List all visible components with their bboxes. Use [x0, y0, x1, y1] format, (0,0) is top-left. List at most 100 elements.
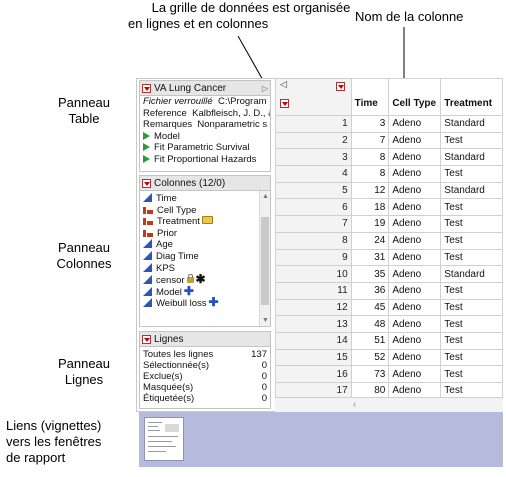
columns-panel-header[interactable]: Colonnes (12/0): [140, 176, 270, 191]
row-number[interactable]: 11: [275, 281, 352, 300]
table-row[interactable]: 8 24 Adeno Test: [275, 231, 503, 250]
column-item-prior[interactable]: Prior: [140, 228, 270, 240]
cell-time[interactable]: 73: [350, 365, 390, 383]
cell-cell-type[interactable]: Adeno: [388, 315, 442, 333]
cell-time[interactable]: 12: [350, 181, 390, 200]
row-number[interactable]: 6: [275, 198, 352, 217]
cell-time[interactable]: 8: [350, 165, 390, 183]
table-row[interactable]: 7 19 Adeno Test: [275, 215, 503, 233]
column-item-censor[interactable]: censor ✱: [140, 274, 270, 286]
cell-cell-type[interactable]: Adeno: [388, 265, 442, 283]
table-row[interactable]: 1 3 Adeno Standard: [275, 115, 503, 133]
cell-time[interactable]: 19: [350, 215, 390, 233]
corner-cell[interactable]: ◁: [275, 78, 352, 116]
cell-treatment[interactable]: Standard: [440, 265, 503, 283]
cell-cell-type[interactable]: Adeno: [388, 298, 442, 317]
column-header-cell-type[interactable]: Cell Type: [388, 78, 442, 116]
cell-time[interactable]: 24: [350, 231, 390, 250]
rows-red-triangle-icon[interactable]: [280, 99, 289, 108]
reference-row[interactable]: Reference Kalbfleisch, J. D., &: [140, 108, 270, 120]
table-panel-header[interactable]: VA Lung Cancer ▷: [140, 81, 270, 96]
row-number[interactable]: 5: [275, 181, 352, 200]
row-number[interactable]: 15: [275, 348, 352, 367]
row-number[interactable]: 10: [275, 265, 352, 283]
cell-time[interactable]: 31: [350, 248, 390, 267]
column-item-cell-type[interactable]: Cell Type: [140, 205, 270, 217]
scroll-left-icon[interactable]: ‹: [353, 399, 356, 409]
scroll-up-icon[interactable]: ▲: [262, 193, 269, 200]
cell-treatment[interactable]: Standard: [440, 148, 503, 167]
row-number[interactable]: 8: [275, 231, 352, 250]
notes-row[interactable]: Remarques Nonparametric s: [140, 119, 270, 131]
cell-treatment[interactable]: Test: [440, 248, 503, 267]
cell-treatment[interactable]: Test: [440, 365, 503, 383]
script-fit-parametric-survival[interactable]: Fit Parametric Survival: [140, 142, 270, 154]
cell-treatment[interactable]: Test: [440, 131, 503, 150]
row-number[interactable]: 12: [275, 298, 352, 317]
column-item-weibull-loss[interactable]: Weibull loss ✚: [140, 297, 270, 309]
table-row[interactable]: 9 31 Adeno Test: [275, 248, 503, 267]
cell-time[interactable]: 45: [350, 298, 390, 317]
cell-cell-type[interactable]: Adeno: [388, 281, 442, 300]
table-row[interactable]: 16 73 Adeno Test: [275, 365, 503, 383]
cell-cell-type[interactable]: Adeno: [388, 248, 442, 267]
table-row[interactable]: 6 18 Adeno Test: [275, 198, 503, 217]
cell-treatment[interactable]: Test: [440, 315, 503, 333]
column-item-diag-time[interactable]: Diag Time: [140, 250, 270, 263]
table-row[interactable]: 10 35 Adeno Standard: [275, 265, 503, 283]
column-item-time[interactable]: Time: [140, 193, 270, 205]
columns-scrollbar[interactable]: ▲ ▼: [259, 191, 270, 326]
column-item-treatment[interactable]: Treatment: [140, 216, 270, 228]
cell-treatment[interactable]: Test: [440, 231, 503, 250]
column-item-kps[interactable]: KPS: [140, 262, 270, 275]
row-number[interactable]: 13: [275, 315, 352, 333]
table-row[interactable]: 14 51 Adeno Test: [275, 331, 503, 350]
column-header-treatment[interactable]: Treatment: [440, 78, 503, 116]
row-number[interactable]: 7: [275, 215, 352, 233]
table-row[interactable]: 2 7 Adeno Test: [275, 131, 503, 150]
table-row[interactable]: 4 8 Adeno Test: [275, 165, 503, 183]
cell-cell-type[interactable]: Adeno: [388, 165, 442, 183]
column-header-time[interactable]: Time: [350, 78, 390, 116]
table-row[interactable]: 3 8 Adeno Standard: [275, 148, 503, 167]
cell-time[interactable]: 18: [350, 198, 390, 217]
table-row[interactable]: 15 52 Adeno Test: [275, 348, 503, 367]
column-item-model[interactable]: Model ✚: [140, 286, 270, 297]
columns-red-triangle-icon[interactable]: [336, 82, 345, 91]
cell-treatment[interactable]: Test: [440, 198, 503, 217]
column-item-age[interactable]: Age: [140, 239, 270, 251]
row-number[interactable]: 4: [275, 165, 352, 183]
cell-time[interactable]: 3: [350, 115, 390, 133]
cell-cell-type[interactable]: Adeno: [388, 198, 442, 217]
table-row[interactable]: 12 45 Adeno Test: [275, 298, 503, 317]
cell-time[interactable]: 51: [350, 331, 390, 350]
cell-cell-type[interactable]: Adeno: [388, 348, 442, 367]
cell-treatment[interactable]: Test: [440, 281, 503, 300]
red-triangle-menu-icon[interactable]: [142, 83, 151, 93]
script-model[interactable]: Model: [140, 131, 270, 143]
cell-time[interactable]: 7: [350, 131, 390, 150]
cell-cell-type[interactable]: Adeno: [388, 115, 442, 133]
cell-treatment[interactable]: Test: [440, 298, 503, 317]
grid-horizontal-scrollbar[interactable]: ‹: [275, 397, 503, 412]
table-row[interactable]: 13 48 Adeno Test: [275, 315, 503, 333]
table-row[interactable]: 5 12 Adeno Standard: [275, 181, 503, 200]
cell-time[interactable]: 36: [350, 281, 390, 300]
row-number[interactable]: 16: [275, 365, 352, 383]
scroll-down-icon[interactable]: ▼: [262, 317, 269, 324]
row-number[interactable]: 14: [275, 331, 352, 350]
cell-time[interactable]: 8: [350, 148, 390, 167]
row-number[interactable]: 9: [275, 248, 352, 267]
cell-cell-type[interactable]: Adeno: [388, 131, 442, 150]
cell-cell-type[interactable]: Adeno: [388, 231, 442, 250]
cell-treatment[interactable]: Test: [440, 331, 503, 350]
cell-cell-type[interactable]: Adeno: [388, 181, 442, 200]
cell-cell-type[interactable]: Adeno: [388, 215, 442, 233]
cell-treatment[interactable]: Standard: [440, 115, 503, 133]
scroll-thumb[interactable]: [261, 217, 269, 305]
table-row[interactable]: 11 36 Adeno Test: [275, 281, 503, 300]
collapse-arrow-icon[interactable]: ▷: [262, 84, 268, 93]
row-number[interactable]: 2: [275, 131, 352, 150]
cell-cell-type[interactable]: Adeno: [388, 365, 442, 383]
cell-treatment[interactable]: Test: [440, 165, 503, 183]
